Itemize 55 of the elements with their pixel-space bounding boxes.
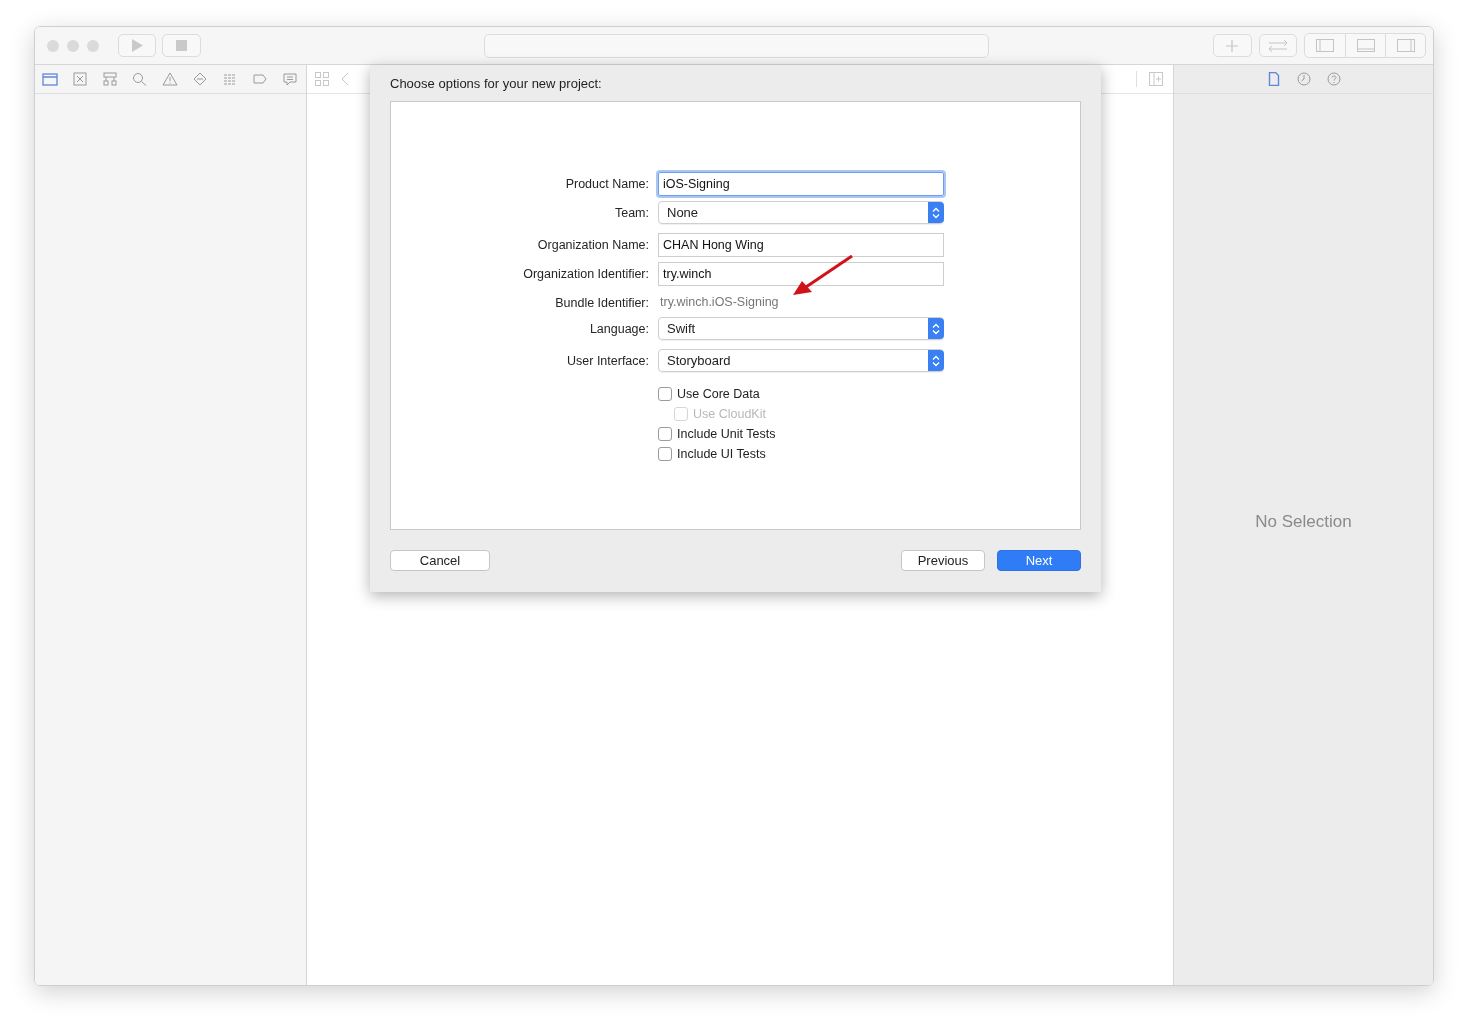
field-label: User Interface:	[566, 353, 649, 370]
next-button[interactable]: Next	[997, 550, 1081, 571]
field-label: Language:	[588, 321, 649, 338]
empty-state-text: No Selection	[1254, 512, 1353, 532]
folder-icon[interactable]	[42, 72, 58, 86]
test-icon[interactable]	[192, 72, 208, 86]
popup-button[interactable]: Storyboard	[658, 349, 944, 372]
field-label: Product Name:	[564, 176, 649, 193]
stepper-icon	[928, 202, 944, 223]
warning-icon[interactable]	[162, 72, 178, 86]
debug-icon[interactable]	[222, 72, 238, 86]
file-icon[interactable]	[1266, 72, 1281, 86]
minimize-button[interactable]	[67, 39, 79, 52]
popup-button[interactable]: None	[658, 201, 944, 224]
swap-arrows-button[interactable]	[1258, 34, 1298, 57]
stepper-icon	[928, 318, 944, 339]
bottom-panel-icon	[1356, 39, 1375, 52]
previous-button[interactable]: Previous	[901, 550, 985, 571]
checkbox[interactable]: Include Unit Tests	[658, 424, 944, 444]
bundle-identifier-value: try.winch.iOS-Signing	[659, 294, 780, 311]
text-field[interactable]: try.winch	[658, 262, 944, 286]
add-button[interactable]	[1213, 34, 1252, 57]
close-button[interactable]	[47, 39, 59, 52]
grid-icon[interactable]	[315, 72, 329, 86]
add-editor-icon[interactable]	[1149, 72, 1163, 86]
field-label: Bundle Identifier:	[554, 295, 649, 312]
right-panel-icon	[1396, 39, 1415, 52]
left-panel-icon	[1316, 39, 1335, 52]
breakpoint-icon[interactable]	[252, 72, 268, 86]
stepper-icon	[928, 350, 944, 371]
checkbox[interactable]: Use Core Data	[658, 384, 944, 404]
annotation-arrow	[793, 254, 853, 295]
hierarchy-icon[interactable]	[102, 72, 118, 86]
play-icon	[131, 39, 144, 52]
source-control-icon[interactable]	[72, 72, 88, 86]
text-field[interactable]: iOS-Signing	[658, 172, 944, 196]
arrows-icon	[1267, 39, 1288, 52]
field-label: Team:	[613, 205, 649, 222]
text-field[interactable]: CHAN Hong Wing	[658, 233, 944, 257]
plus-icon	[1226, 39, 1239, 52]
run-button[interactable]	[118, 34, 157, 57]
search-icon[interactable]	[132, 72, 148, 86]
sheet-title: Choose options for your new project:	[390, 75, 603, 93]
field-label: Organization Name:	[536, 237, 649, 254]
back-chevron-icon[interactable]	[341, 72, 349, 86]
field-label: Organization Identifier:	[522, 266, 649, 283]
history-icon[interactable]	[1296, 72, 1311, 86]
checkbox[interactable]: Include UI Tests	[658, 444, 944, 464]
popup-button[interactable]: Swift	[658, 317, 944, 340]
stop-icon	[176, 40, 188, 51]
cancel-button[interactable]: Cancel	[390, 550, 490, 571]
report-icon[interactable]	[282, 72, 298, 86]
help-icon[interactable]	[1326, 72, 1341, 86]
stop-button[interactable]	[162, 34, 201, 57]
zoom-button[interactable]	[87, 39, 99, 52]
